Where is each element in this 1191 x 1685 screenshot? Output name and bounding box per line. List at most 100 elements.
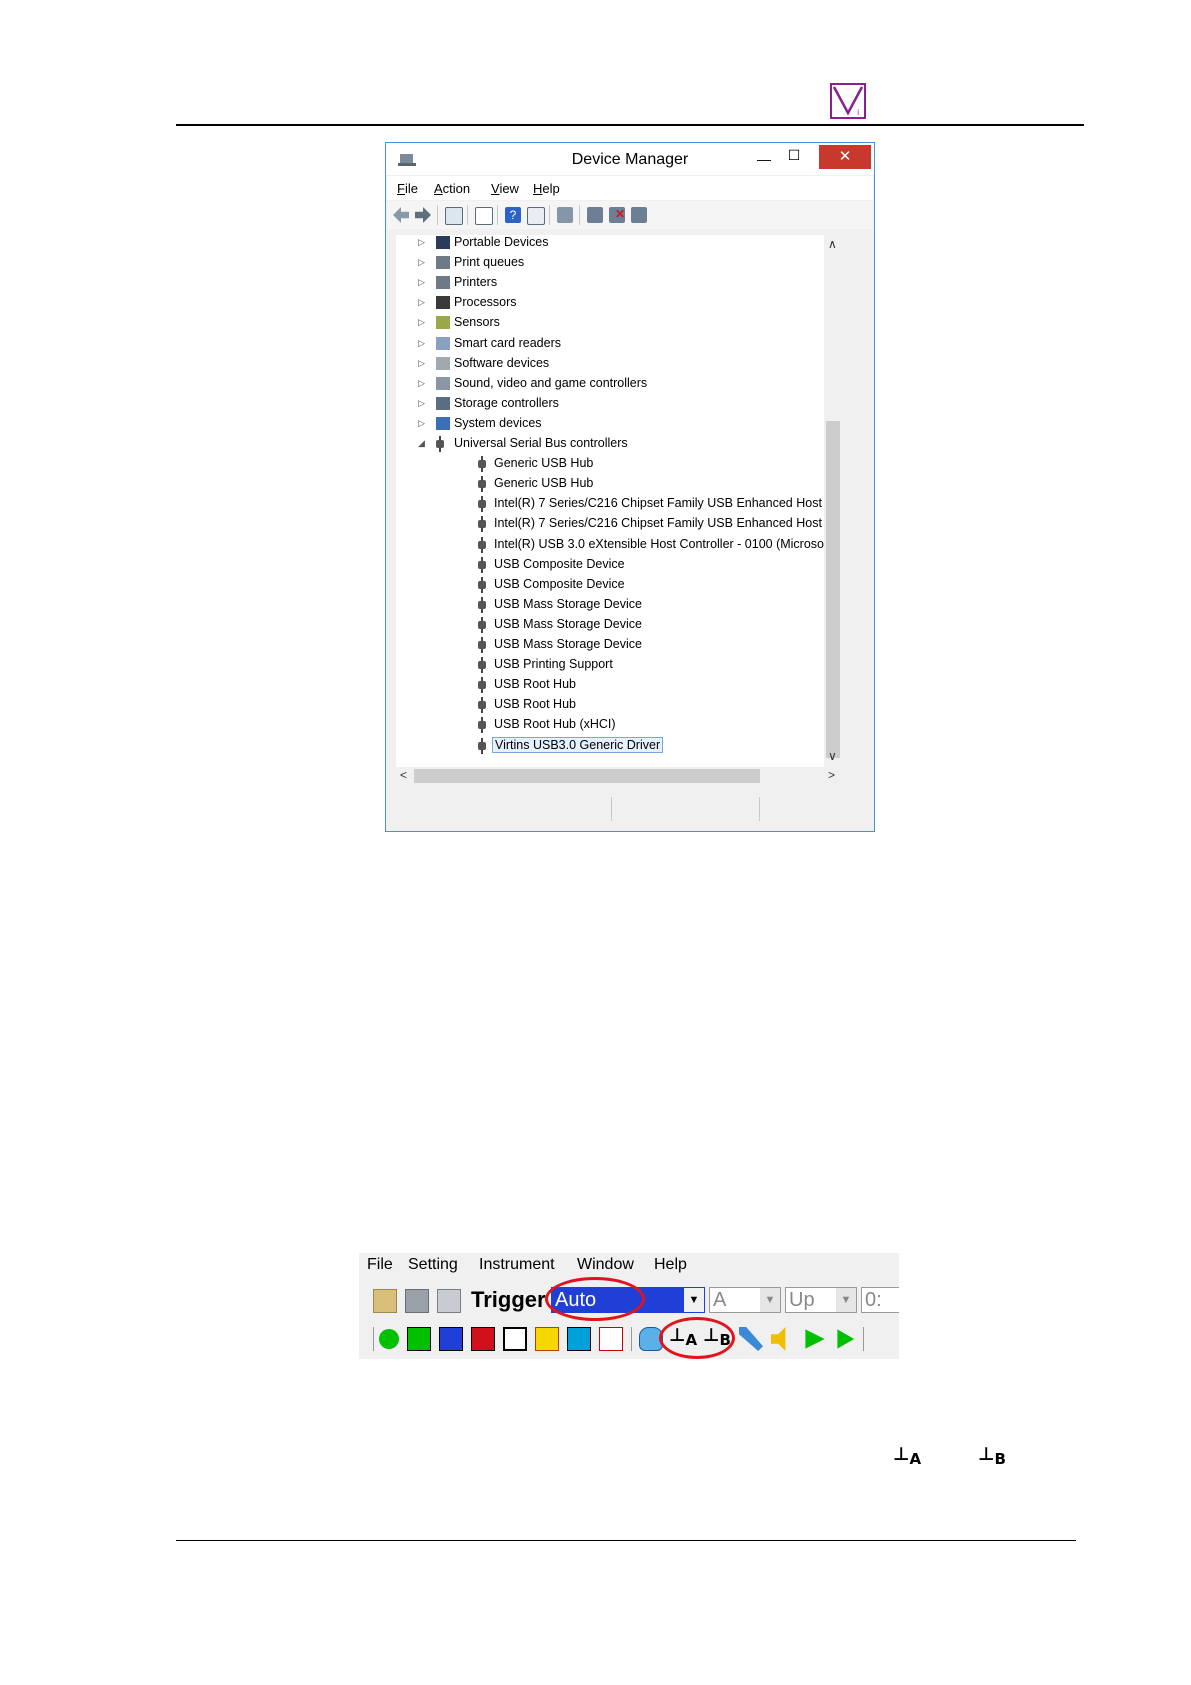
- show-hide-tree-icon[interactable]: [445, 207, 463, 225]
- menu-action[interactable]: Action: [434, 181, 470, 196]
- dut-icon[interactable]: [567, 1327, 591, 1351]
- tree-device[interactable]: Intel(R) 7 Series/C216 Chipset Family US…: [416, 514, 824, 534]
- tree-device[interactable]: Virtins USB3.0 Generic Driver: [416, 736, 824, 756]
- tree-device[interactable]: USB Mass Storage Device: [416, 615, 824, 635]
- vertical-scrollbar[interactable]: ∧ ∨: [824, 235, 842, 767]
- tree-category[interactable]: ▷ Sensors: [396, 313, 824, 333]
- tree-category[interactable]: ▷ Printers: [396, 273, 824, 293]
- tree-category[interactable]: ▷ Software devices: [396, 354, 824, 374]
- tree-category[interactable]: ▷ Processors: [396, 293, 824, 313]
- menu-view[interactable]: View: [491, 181, 519, 196]
- run-icon[interactable]: [527, 207, 545, 225]
- tree-category[interactable]: ▷ Sound, video and game controllers: [396, 374, 824, 394]
- collapse-icon[interactable]: ◢: [418, 438, 426, 449]
- app-menu-setting[interactable]: Setting: [408, 1256, 458, 1274]
- scroll-right-icon[interactable]: >: [828, 768, 835, 782]
- app-menu-help[interactable]: Help: [654, 1256, 687, 1274]
- maximize-button[interactable]: ☐: [780, 147, 808, 167]
- update-driver-icon[interactable]: [587, 207, 603, 223]
- chevron-down-icon[interactable]: ▼: [760, 1288, 780, 1312]
- open-folder-icon[interactable]: [373, 1289, 397, 1313]
- tree-device[interactable]: USB Root Hub: [416, 675, 824, 695]
- oscilloscope-icon[interactable]: [407, 1327, 431, 1351]
- help-icon[interactable]: ?: [505, 207, 521, 223]
- tree-category[interactable]: ▷ Storage controllers: [396, 394, 824, 414]
- horizontal-scroll-thumb[interactable]: [414, 769, 760, 783]
- forward-icon[interactable]: [415, 207, 431, 223]
- expand-icon[interactable]: ▷: [418, 277, 426, 288]
- tools-icon[interactable]: [739, 1327, 763, 1351]
- expand-icon[interactable]: ▷: [418, 257, 426, 268]
- tree-device[interactable]: Generic USB Hub: [416, 474, 824, 494]
- title-bar[interactable]: Device Manager — ☐ ✕: [386, 143, 874, 175]
- app-menu-file[interactable]: File: [367, 1256, 393, 1274]
- expand-icon[interactable]: ▷: [418, 418, 426, 429]
- expand-icon[interactable]: ▷: [418, 378, 426, 389]
- tree-device[interactable]: USB Printing Support: [416, 655, 824, 675]
- properties-icon[interactable]: [475, 207, 493, 225]
- tree-device[interactable]: USB Mass Storage Device: [416, 595, 824, 615]
- tree-device[interactable]: USB Composite Device: [416, 555, 824, 575]
- tree-device[interactable]: Intel(R) 7 Series/C216 Chipset Family US…: [416, 494, 824, 514]
- menu-help[interactable]: Help: [533, 181, 560, 196]
- waveform-icon[interactable]: [599, 1327, 623, 1351]
- play-icon[interactable]: [805, 1329, 825, 1349]
- tree-item-label: USB Mass Storage Device: [494, 596, 642, 611]
- expand-icon[interactable]: ▷: [418, 338, 426, 349]
- chevron-down-icon[interactable]: ▼: [684, 1288, 704, 1312]
- tree-device[interactable]: USB Composite Device: [416, 575, 824, 595]
- expand-icon[interactable]: ▷: [418, 317, 426, 328]
- scan-hardware-icon[interactable]: [631, 207, 647, 223]
- tree-device[interactable]: USB Mass Storage Device: [416, 635, 824, 655]
- save-icon[interactable]: [405, 1289, 429, 1313]
- start-icon[interactable]: [379, 1329, 399, 1349]
- usb-icon: [478, 516, 486, 533]
- trigger-source-select[interactable]: A ▼: [709, 1287, 781, 1313]
- close-button[interactable]: ✕: [819, 145, 871, 169]
- tree-item-label: USB Root Hub (xHCI): [494, 717, 616, 732]
- vertical-scroll-thumb[interactable]: [826, 421, 840, 758]
- phase-plot-icon[interactable]: [503, 1327, 527, 1351]
- expand-icon[interactable]: ▷: [418, 358, 426, 369]
- trigger-edge-select[interactable]: Up ▼: [785, 1287, 857, 1313]
- horizontal-scrollbar[interactable]: < >: [396, 767, 842, 785]
- trigger-level-field[interactable]: 0:: [861, 1287, 899, 1313]
- scroll-up-icon[interactable]: ∧: [828, 237, 837, 251]
- annotation-ring-auto: [545, 1277, 645, 1321]
- expand-icon[interactable]: ▷: [418, 398, 426, 409]
- trigger-source-value: A: [713, 1289, 727, 1311]
- tree-device[interactable]: Generic USB Hub: [416, 454, 824, 474]
- tree-device[interactable]: USB Root Hub: [416, 695, 824, 715]
- tree-item-label: Processors: [454, 295, 517, 310]
- spectrum-analyzer-icon[interactable]: [439, 1327, 463, 1351]
- tree-category[interactable]: ◢ Universal Serial Bus controllers: [396, 434, 824, 454]
- expand-icon[interactable]: ▷: [418, 237, 426, 248]
- app-menu-instrument[interactable]: Instrument: [479, 1256, 555, 1274]
- speaker-icon[interactable]: [771, 1327, 786, 1351]
- menu-file[interactable]: File: [397, 181, 418, 196]
- tree-category[interactable]: ▷ Print queues: [396, 253, 824, 273]
- usb-icon: [478, 717, 486, 734]
- storage-icon: [436, 396, 450, 410]
- scroll-left-icon[interactable]: <: [400, 768, 407, 782]
- print-icon[interactable]: [437, 1289, 461, 1313]
- tree-device[interactable]: USB Root Hub (xHCI): [416, 715, 824, 735]
- multimeter-icon[interactable]: [471, 1327, 495, 1351]
- app-menu-window[interactable]: Window: [577, 1256, 634, 1274]
- chevron-down-icon[interactable]: ▼: [836, 1288, 856, 1312]
- tree-category[interactable]: ▷ Smart card readers: [396, 334, 824, 354]
- tree-category[interactable]: ▷ System devices: [396, 414, 824, 434]
- signal-generator-icon[interactable]: [535, 1327, 559, 1351]
- tree-item-label: Sensors: [454, 315, 500, 330]
- uninstall-icon[interactable]: ✕: [609, 207, 625, 223]
- minimize-button[interactable]: —: [750, 151, 778, 167]
- tree-device[interactable]: Intel(R) USB 3.0 eXtensible Host Control…: [416, 535, 824, 555]
- scroll-down-icon[interactable]: ∨: [828, 749, 837, 763]
- tree-item-label: Print queues: [454, 255, 525, 270]
- device-icon[interactable]: [557, 207, 573, 223]
- tree-category[interactable]: ▷ Portable Devices: [396, 235, 824, 253]
- back-icon[interactable]: [393, 207, 409, 223]
- play-once-icon[interactable]: [837, 1329, 855, 1349]
- virtins-logo-icon: i: [830, 83, 866, 119]
- expand-icon[interactable]: ▷: [418, 297, 426, 308]
